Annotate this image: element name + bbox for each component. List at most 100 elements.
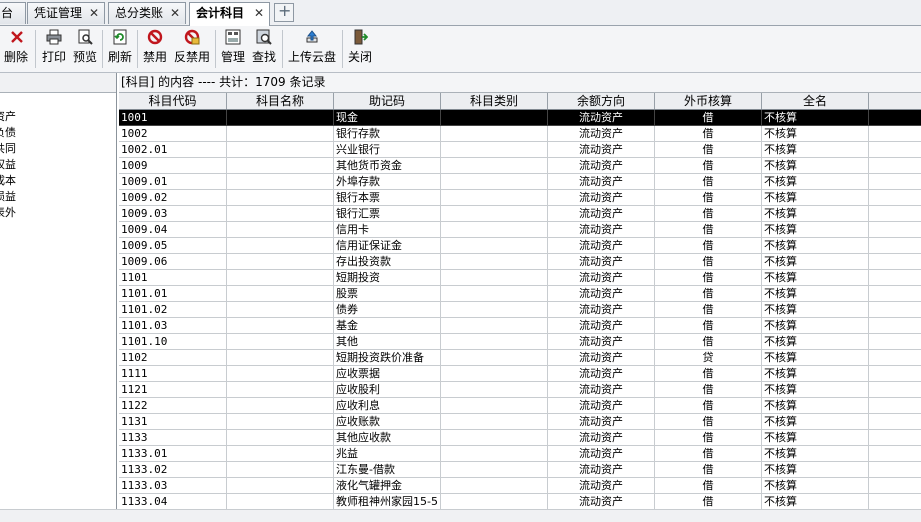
upload-cloud-button[interactable]: 上传云盘 bbox=[285, 26, 339, 72]
table-row[interactable]: 1009.06 存出投资款 流动资产借不核算他货币资金 bbox=[119, 254, 921, 270]
disable-icon bbox=[147, 29, 163, 45]
tab-general-ledger[interactable]: 总分类账 ✕ bbox=[108, 2, 186, 24]
column-header-code[interactable]: 科目代码 bbox=[119, 93, 227, 109]
cell-code: 1002 bbox=[119, 126, 227, 142]
cell-code: 1101.10 bbox=[119, 334, 227, 350]
enable-button[interactable]: 反禁用 bbox=[172, 26, 212, 72]
cell-ending: 教师租神 bbox=[869, 494, 921, 509]
table-row[interactable]: 1002.01 兴业银行 流动资产借不核算银行存款_ bbox=[119, 142, 921, 158]
cell-fx: 借 bbox=[655, 286, 762, 302]
table-row[interactable]: 1133.03 液化气罐押金 流动资产借不核算他应收款_ bbox=[119, 478, 921, 494]
cell-direction: 流动资产 bbox=[548, 190, 655, 206]
table-row[interactable]: 1101.02 债券 流动资产借不核算短期投 bbox=[119, 302, 921, 318]
table-row[interactable]: 1101.10 其他 流动资产借不核算短期投 bbox=[119, 334, 921, 350]
table-row[interactable]: 1101 短期投资 流动资产借不核算短期 bbox=[119, 270, 921, 286]
cell-code: 1009.01 bbox=[119, 174, 227, 190]
add-tab-button[interactable]: + bbox=[274, 1, 294, 22]
close-icon[interactable]: ✕ bbox=[254, 3, 264, 24]
tree-item-liabilities[interactable]: 负债 bbox=[0, 125, 16, 141]
table-row[interactable]: 1133.04 教师租神州家园15-5 流动资产借不核算教师租神 bbox=[119, 494, 921, 509]
close-icon[interactable]: ✕ bbox=[89, 3, 99, 24]
table-row[interactable]: 1009 其他货币资金 流动资产借不核算其他货 bbox=[119, 158, 921, 174]
grid-caption: [科目] 的内容 ---- 共计：1709 条记录 bbox=[119, 73, 921, 93]
table-row[interactable]: 1009.04 信用卡 流动资产借不核算其他货币资 bbox=[119, 222, 921, 238]
column-header-direction[interactable]: 余额方向 bbox=[548, 93, 655, 109]
cell-fx: 借 bbox=[655, 382, 762, 398]
cell-code: 1001 bbox=[119, 110, 227, 126]
cell-ending: 短期投资 bbox=[869, 350, 921, 366]
print-button[interactable]: 打印 bbox=[38, 26, 70, 72]
column-header-mnemonic[interactable]: 助记码 bbox=[334, 93, 441, 109]
table-row[interactable]: 1101.03 基金 流动资产借不核算短期投 bbox=[119, 318, 921, 334]
column-header-fx[interactable]: 外币核算 bbox=[655, 93, 762, 109]
tree-item-cost[interactable]: 成本 bbox=[0, 173, 16, 189]
manage-button[interactable]: 管理 bbox=[218, 26, 248, 72]
cell-category bbox=[441, 174, 548, 190]
column-header-fullname[interactable]: 全名 bbox=[762, 93, 869, 109]
table-row[interactable]: 1122 应收利息 流动资产借不核算应收 bbox=[119, 398, 921, 414]
tab-workbench[interactable]: 台 bbox=[0, 2, 26, 24]
cell-name bbox=[227, 414, 334, 430]
cell-ending: 银行存款_ bbox=[869, 142, 921, 158]
cell-category bbox=[441, 110, 548, 126]
cell-category bbox=[441, 334, 548, 350]
table-row[interactable]: 1111 应收票据 流动资产借不核算应收 bbox=[119, 366, 921, 382]
find-button[interactable]: 查找 bbox=[249, 26, 279, 72]
cell-direction: 流动资产 bbox=[548, 174, 655, 190]
table-row[interactable]: 1009.03 银行汇票 流动资产借不核算他货币资金 bbox=[119, 206, 921, 222]
table-row[interactable]: 1121 应收股利 流动资产借不核算应收 bbox=[119, 382, 921, 398]
table-row[interactable]: 1102 短期投资跌价准备 流动资产贷不核算短期投资 bbox=[119, 350, 921, 366]
delete-button[interactable]: 删除 bbox=[0, 26, 34, 72]
cell-mnemonic: 应收账款 bbox=[334, 414, 441, 430]
cell-mnemonic: 兴业银行 bbox=[334, 142, 441, 158]
tree-item-assets[interactable]: 资产 bbox=[0, 109, 16, 125]
column-header-category[interactable]: 科目类别 bbox=[441, 93, 548, 109]
close-button[interactable]: 关闭 bbox=[345, 26, 375, 72]
enable-label: 反禁用 bbox=[173, 50, 210, 64]
tree-header bbox=[0, 73, 116, 93]
table-row[interactable]: 1001 现金 流动资产借不核算现 bbox=[119, 110, 921, 126]
cell-fullname: 不核算 bbox=[762, 238, 869, 254]
preview-button[interactable]: 预览 bbox=[70, 26, 100, 72]
preview-label: 预览 bbox=[72, 50, 97, 64]
cell-direction: 流动资产 bbox=[548, 350, 655, 366]
tree-item-off-balance[interactable]: 表外 bbox=[0, 205, 16, 221]
cell-ending: 其他货 bbox=[869, 158, 921, 174]
cell-name bbox=[227, 478, 334, 494]
tree-item-profit-loss[interactable]: 损益 bbox=[0, 189, 16, 205]
cell-category bbox=[441, 238, 548, 254]
cell-category bbox=[441, 126, 548, 142]
cell-mnemonic: 江东曼-借款 bbox=[334, 462, 441, 478]
table-row[interactable]: 1131 应收账款 流动资产借不核算应收 bbox=[119, 414, 921, 430]
table-row[interactable]: 1009.05 信用证保证金 流动资产借不核算货币资金_ bbox=[119, 238, 921, 254]
cell-category bbox=[441, 494, 548, 509]
column-header-ending[interactable]: 期末 bbox=[869, 93, 921, 109]
cell-direction: 流动资产 bbox=[548, 302, 655, 318]
table-row[interactable]: 1101.01 股票 流动资产借不核算短期投 bbox=[119, 286, 921, 302]
table-row[interactable]: 1133.01 兆益 流动资产借不核算其他应收 bbox=[119, 446, 921, 462]
refresh-label: 刷新 bbox=[107, 50, 132, 64]
tree-item-common[interactable]: 共同 bbox=[0, 141, 16, 157]
refresh-button[interactable]: 刷新 bbox=[105, 26, 135, 72]
cell-fullname: 不核算 bbox=[762, 398, 869, 414]
cell-mnemonic: 银行本票 bbox=[334, 190, 441, 206]
cell-direction: 流动资产 bbox=[548, 462, 655, 478]
tab-accounting-subjects[interactable]: 会计科目 ✕ bbox=[189, 2, 270, 26]
table-row[interactable]: 1133.02 江东曼-借款 流动资产借不核算他应收款_ bbox=[119, 462, 921, 478]
column-header-name[interactable]: 科目名称 bbox=[227, 93, 334, 109]
close-icon[interactable]: ✕ bbox=[170, 3, 180, 24]
table-row[interactable]: 1009.01 外埠存款 流动资产借不核算他货币资金 bbox=[119, 174, 921, 190]
disable-button[interactable]: 禁用 bbox=[140, 26, 170, 72]
tab-voucher-management[interactable]: 凭证管理 ✕ bbox=[27, 2, 105, 24]
table-row[interactable]: 1002 银行存款 流动资产借不核算银行 bbox=[119, 126, 921, 142]
tree-item-equity[interactable]: 权益 bbox=[0, 157, 16, 173]
table-row[interactable]: 1009.02 银行本票 流动资产借不核算他货币资金 bbox=[119, 190, 921, 206]
exit-door-icon bbox=[354, 29, 368, 45]
subjects-grid: [科目] 的内容 ---- 共计：1709 条记录 科目代码 科目名称 助记码 … bbox=[119, 73, 921, 509]
tab-label: 台 bbox=[1, 6, 14, 20]
cell-fullname: 不核算 bbox=[762, 190, 869, 206]
tab-label: 总分类账 bbox=[115, 6, 164, 20]
table-row[interactable]: 1133 其他应收款 流动资产借不核算其他应 bbox=[119, 430, 921, 446]
cell-fullname: 不核算 bbox=[762, 302, 869, 318]
cell-fullname: 不核算 bbox=[762, 222, 869, 238]
